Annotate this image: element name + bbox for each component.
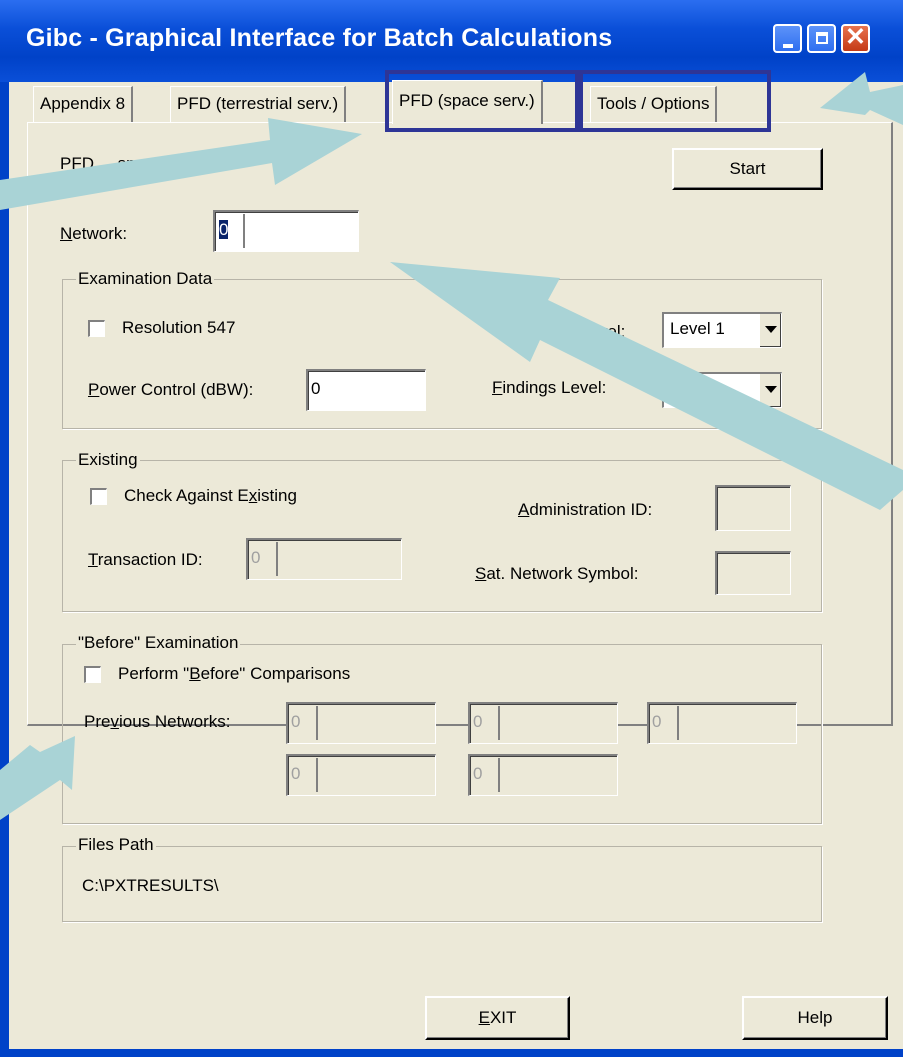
help-label: Help bbox=[797, 1008, 833, 1027]
level-select-value: Level 1 bbox=[670, 319, 725, 338]
transaction-id-input[interactable]: 0 bbox=[246, 538, 402, 580]
network-label: Network: bbox=[60, 224, 128, 243]
previous-network-input-3[interactable]: 0 bbox=[647, 702, 797, 744]
findings-dropdown-button[interactable] bbox=[759, 374, 781, 407]
highlight-box-tools-tab bbox=[579, 70, 771, 132]
previous-network-prefix: 0 bbox=[473, 764, 483, 783]
files-path-title: Files Path bbox=[76, 835, 156, 855]
previous-network-prefix: 0 bbox=[291, 764, 301, 783]
chevron-down-icon bbox=[765, 326, 777, 333]
power-control-value: 0 bbox=[311, 379, 321, 398]
level-label: Level: bbox=[580, 322, 626, 341]
power-control-label: Power Control (dBW): bbox=[88, 380, 254, 399]
minimize-button[interactable] bbox=[773, 24, 802, 53]
close-button[interactable]: ✕ bbox=[841, 23, 870, 53]
field-divider bbox=[677, 706, 679, 740]
before-examination-title: "Before" Examination bbox=[76, 633, 241, 653]
previous-network-input-5[interactable]: 0 bbox=[468, 754, 618, 796]
help-button[interactable]: Help bbox=[742, 996, 888, 1040]
transaction-id-label: Transaction ID: bbox=[88, 550, 203, 569]
start-button[interactable]: Start bbox=[672, 148, 823, 190]
power-control-input[interactable]: 0 bbox=[306, 369, 426, 411]
resolution-547-checkbox[interactable] bbox=[88, 320, 105, 337]
examination-data-title: Examination Data bbox=[76, 269, 215, 289]
field-divider bbox=[498, 706, 500, 740]
tab-label: PFD (terrestrial serv.) bbox=[177, 94, 339, 113]
transaction-field-divider bbox=[276, 542, 278, 576]
network-input[interactable]: 0 bbox=[213, 210, 359, 252]
previous-network-input-1[interactable]: 0 bbox=[286, 702, 436, 744]
close-icon: ✕ bbox=[845, 23, 866, 51]
tab-appendix-8[interactable]: Appendix 8 bbox=[33, 86, 134, 122]
administration-id-input[interactable] bbox=[715, 485, 791, 531]
highlight-box-space-tab bbox=[385, 70, 579, 132]
previous-network-input-2[interactable]: 0 bbox=[468, 702, 618, 744]
tab-label: Appendix 8 bbox=[40, 94, 126, 113]
sat-network-symbol-input[interactable] bbox=[715, 551, 791, 595]
previous-network-input-4[interactable]: 0 bbox=[286, 754, 436, 796]
tab-pfd-terrestrial[interactable]: PFD (terrestrial serv.) bbox=[170, 86, 347, 122]
existing-title: Existing bbox=[76, 450, 140, 470]
findings-level-select[interactable]: ... bbox=[662, 372, 782, 408]
resolution-547-label: Resolution 547 bbox=[122, 318, 236, 337]
app-window: Gibc - Graphical Interface for Batch Cal… bbox=[0, 0, 903, 1057]
field-divider bbox=[316, 706, 318, 740]
window-title: Gibc - Graphical Interface for Batch Cal… bbox=[26, 24, 613, 52]
existing-group bbox=[62, 460, 822, 612]
minimize-icon bbox=[783, 44, 793, 48]
network-field-divider bbox=[243, 214, 245, 248]
previous-network-prefix: 0 bbox=[652, 712, 662, 731]
exit-mnemonic: E bbox=[478, 1008, 490, 1027]
previous-network-prefix: 0 bbox=[291, 712, 301, 731]
window-frame-bottom bbox=[0, 1049, 903, 1057]
field-divider bbox=[316, 758, 318, 792]
start-button-label: Start bbox=[729, 159, 766, 178]
check-against-existing-label: Check Against Existing bbox=[124, 486, 297, 505]
chevron-down-icon bbox=[765, 386, 777, 393]
maximize-icon bbox=[816, 32, 828, 44]
panel-description: PFD ... space services. bbox=[60, 154, 235, 173]
administration-id-label: Administration ID: bbox=[518, 500, 653, 519]
exit-button[interactable]: EXIT bbox=[425, 996, 570, 1040]
perform-before-comparisons-label: Perform "Before" Comparisons bbox=[118, 664, 351, 683]
previous-network-prefix: 0 bbox=[473, 712, 483, 731]
previous-networks-label: Previous Networks: bbox=[84, 712, 231, 731]
transaction-id-prefix: 0 bbox=[251, 548, 261, 567]
level-dropdown-button[interactable] bbox=[759, 314, 781, 347]
field-divider bbox=[498, 758, 500, 792]
window-frame-left bbox=[0, 82, 9, 1057]
exit-label: XIT bbox=[489, 1008, 517, 1027]
level-select[interactable]: Level 1 bbox=[662, 312, 782, 348]
maximize-button[interactable] bbox=[807, 24, 836, 53]
sat-network-symbol-label: Sat. Network Symbol: bbox=[475, 564, 639, 583]
check-against-existing-checkbox[interactable] bbox=[90, 488, 107, 505]
findings-level-label: Findings Level: bbox=[492, 378, 607, 397]
perform-before-comparisons-checkbox[interactable] bbox=[84, 666, 101, 683]
files-path-value: C:\PXTRESULTS\ bbox=[82, 876, 219, 895]
network-prefix-value: 0 bbox=[219, 220, 229, 239]
findings-level-value: ... bbox=[670, 379, 685, 398]
